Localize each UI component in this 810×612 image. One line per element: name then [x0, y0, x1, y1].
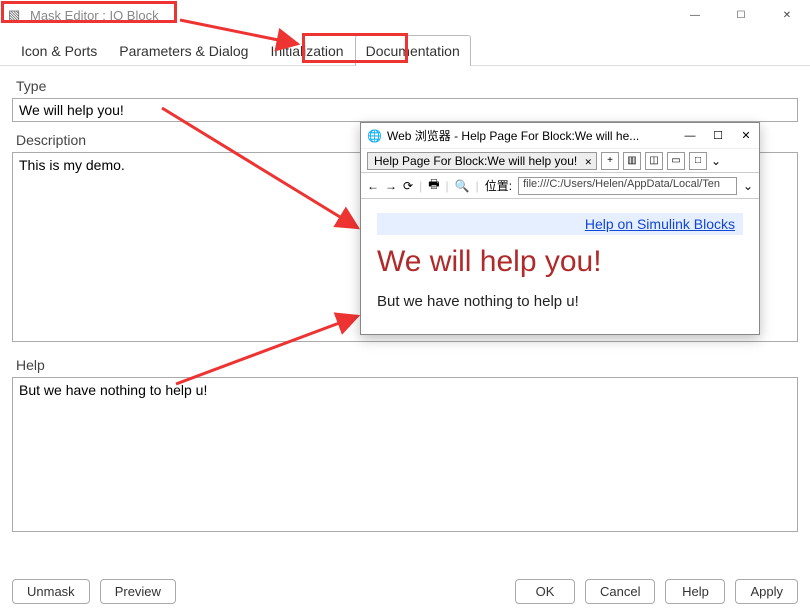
popup-body-text: But we have nothing to help u! — [377, 293, 743, 310]
close-button[interactable]: ✕ — [764, 0, 810, 30]
popup-maximize-button[interactable]: ☐ — [711, 129, 725, 142]
app-icon: ▧ — [8, 7, 24, 23]
popup-link-bar: Help on Simulink Blocks — [377, 213, 743, 235]
nav-print-icon[interactable]: 🖶 — [428, 175, 439, 196]
popup-layout-icon-1[interactable]: ▥ — [623, 152, 641, 170]
apply-button[interactable]: Apply — [735, 579, 798, 604]
close-tab-icon[interactable]: ✕ — [585, 157, 593, 167]
group-help: Help — [12, 355, 798, 537]
tab-parameters-dialog[interactable]: Parameters & Dialog — [108, 35, 259, 66]
globe-icon: 🌐 — [367, 129, 382, 143]
tab-bar: Icon & Ports Parameters & Dialog Initial… — [0, 30, 810, 66]
help-textarea[interactable] — [12, 377, 798, 532]
popup-new-tab-button[interactable]: + — [601, 152, 619, 170]
popup-titlebar: 🌐 Web 浏览器 - Help Page For Block:We will … — [361, 123, 759, 149]
window-title: Mask Editor : IO Block — [30, 8, 159, 23]
chevron-down-icon[interactable]: ⌄ — [711, 154, 721, 168]
popup-layout-icon-2[interactable]: ◫ — [645, 152, 663, 170]
ok-button[interactable]: OK — [515, 579, 575, 604]
window-buttons: — ☐ ✕ — [672, 0, 810, 30]
url-label: 位置: — [485, 177, 512, 194]
unmask-button[interactable]: Unmask — [12, 579, 90, 604]
button-bar: Unmask Preview OK Cancel Help Apply — [0, 579, 810, 604]
help-button[interactable]: Help — [665, 579, 725, 604]
popup-body: Help on Simulink Blocks We will help you… — [361, 199, 759, 334]
help-simulink-link[interactable]: Help on Simulink Blocks — [585, 216, 735, 232]
popup-nav-bar: ← → ⟳ | 🖶 | 🔍 | 位置: file:///C:/Users/Hel… — [361, 173, 759, 199]
cancel-button[interactable]: Cancel — [585, 579, 655, 604]
tab-initialization[interactable]: Initialization — [259, 35, 354, 66]
nav-find-icon[interactable]: 🔍 — [455, 179, 470, 193]
minimize-button[interactable]: — — [672, 0, 718, 30]
nav-back-icon[interactable]: ← — [367, 179, 379, 193]
popup-layout-icon-4[interactable]: □ — [689, 152, 707, 170]
help-label: Help — [12, 355, 798, 375]
group-type: Type — [12, 76, 798, 122]
maximize-button[interactable]: ☐ — [718, 0, 764, 30]
type-label: Type — [12, 76, 798, 96]
popup-tab[interactable]: Help Page For Block:We will help you! ✕ — [367, 152, 597, 170]
preview-button[interactable]: Preview — [100, 579, 176, 604]
type-input[interactable] — [12, 98, 798, 122]
tab-documentation[interactable]: Documentation — [355, 35, 471, 66]
browser-popup: 🌐 Web 浏览器 - Help Page For Block:We will … — [360, 122, 760, 335]
popup-heading: We will help you! — [377, 245, 743, 279]
tab-icon-ports[interactable]: Icon & Ports — [10, 35, 108, 66]
popup-tab-bar: Help Page For Block:We will help you! ✕ … — [361, 149, 759, 173]
popup-title: Web 浏览器 - Help Page For Block:We will he… — [387, 127, 639, 144]
url-chevron-icon[interactable]: ⌄ — [743, 179, 753, 193]
url-field[interactable]: file:///C:/Users/Helen/AppData/Local/Ten — [518, 177, 737, 195]
nav-forward-icon[interactable]: → — [385, 179, 397, 193]
popup-layout-icon-3[interactable]: ▭ — [667, 152, 685, 170]
nav-reload-icon[interactable]: ⟳ — [403, 179, 413, 193]
popup-minimize-button[interactable]: — — [683, 130, 697, 142]
popup-close-button[interactable]: ✕ — [739, 129, 753, 142]
